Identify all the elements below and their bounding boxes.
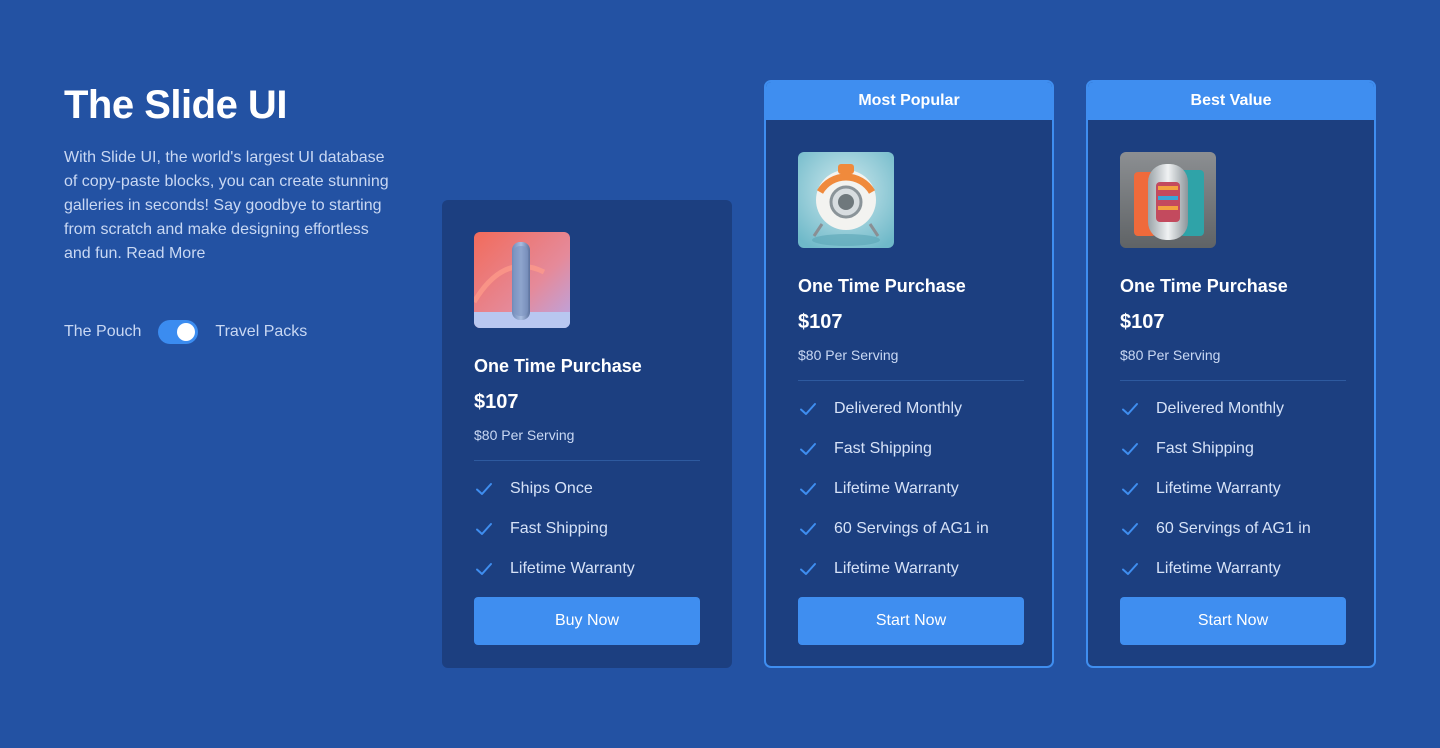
feature-item: Lifetime Warranty: [798, 469, 1020, 509]
pricing-card-basic: One Time Purchase $107 $80 Per Serving S…: [442, 200, 732, 668]
plan-toggle-switch[interactable]: [158, 320, 199, 344]
check-icon: [476, 483, 492, 495]
check-icon: [1122, 483, 1138, 495]
feature-item: Lifetime Warranty: [798, 549, 1020, 589]
best-value-badge: Best Value: [1088, 82, 1374, 120]
feature-item: 60 Servings of AG1 in: [1120, 509, 1342, 549]
card-price: $107: [798, 311, 843, 333]
feature-item: Ships Once: [474, 469, 700, 509]
plan-toggle-row: The Pouch Travel Packs: [64, 320, 307, 344]
check-icon: [476, 563, 492, 575]
card-title: One Time Purchase: [798, 276, 966, 296]
feature-item: Lifetime Warranty: [1120, 549, 1342, 589]
check-icon: [800, 483, 816, 495]
feature-list: Ships Once Fast Shipping Lifetime Warran…: [474, 469, 700, 589]
check-icon: [1122, 563, 1138, 575]
feature-label: Lifetime Warranty: [510, 560, 635, 577]
divider: [1120, 380, 1346, 381]
feature-list: Delivered Monthly Fast Shipping Lifetime…: [798, 389, 1020, 589]
speaker-product-image: [474, 232, 570, 328]
feature-label: Ships Once: [510, 480, 593, 497]
divider: [474, 460, 700, 461]
feature-label: Fast Shipping: [510, 520, 608, 537]
feature-item: 60 Servings of AG1 in: [798, 509, 1020, 549]
toggle-knob: [177, 323, 196, 341]
feature-label: Lifetime Warranty: [1156, 560, 1281, 577]
buy-now-button[interactable]: Buy Now: [474, 597, 700, 645]
feature-item: Lifetime Warranty: [1120, 469, 1342, 509]
intro-description: With Slide UI, the world's largest UI da…: [64, 149, 389, 262]
start-now-button[interactable]: Start Now: [798, 597, 1024, 645]
check-icon: [800, 523, 816, 535]
check-icon: [1122, 403, 1138, 415]
capsule-product-image: [1120, 152, 1216, 248]
feature-list: Delivered Monthly Fast Shipping Lifetime…: [1120, 389, 1342, 589]
check-icon: [800, 443, 816, 455]
feature-item: Fast Shipping: [1120, 429, 1342, 469]
page-title: The Slide UI: [64, 83, 287, 127]
most-popular-badge: Most Popular: [766, 82, 1052, 120]
feature-item: Delivered Monthly: [798, 389, 1020, 429]
feature-label: 60 Servings of AG1 in: [1156, 520, 1311, 537]
toggle-left-label: The Pouch: [64, 323, 142, 340]
feature-item: Delivered Monthly: [1120, 389, 1342, 429]
pricing-card-popular: Most Popular One Time Purchase $107 $80 …: [764, 80, 1054, 668]
feature-label: Lifetime Warranty: [1156, 480, 1281, 497]
feature-label: Fast Shipping: [834, 440, 932, 457]
pricing-card-best-value: Best Value One Time Purchase $107 $80 Pe…: [1086, 80, 1376, 668]
card-per-serving: $80 Per Serving: [474, 427, 575, 443]
check-icon: [800, 403, 816, 415]
intro-section: The Slide UI With Slide UI, the world's …: [64, 82, 394, 266]
card-price: $107: [474, 391, 519, 413]
feature-item: Fast Shipping: [798, 429, 1020, 469]
check-icon: [476, 523, 492, 535]
check-icon: [800, 563, 816, 575]
card-price: $107: [1120, 311, 1165, 333]
divider: [798, 380, 1024, 381]
feature-item: Lifetime Warranty: [474, 549, 700, 589]
check-icon: [1122, 523, 1138, 535]
feature-label: Fast Shipping: [1156, 440, 1254, 457]
feature-label: Lifetime Warranty: [834, 560, 959, 577]
feature-label: 60 Servings of AG1 in: [834, 520, 989, 537]
card-title: One Time Purchase: [1120, 276, 1288, 296]
card-per-serving: $80 Per Serving: [1120, 347, 1221, 363]
card-title: One Time Purchase: [474, 356, 642, 376]
feature-item: Fast Shipping: [474, 509, 700, 549]
card-per-serving: $80 Per Serving: [798, 347, 899, 363]
feature-label: Lifetime Warranty: [834, 480, 959, 497]
feature-label: Delivered Monthly: [834, 400, 963, 417]
toggle-right-label: Travel Packs: [215, 323, 308, 340]
start-now-button[interactable]: Start Now: [1120, 597, 1346, 645]
check-icon: [1122, 443, 1138, 455]
feature-label: Delivered Monthly: [1156, 400, 1285, 417]
robot-product-image: [798, 152, 894, 248]
